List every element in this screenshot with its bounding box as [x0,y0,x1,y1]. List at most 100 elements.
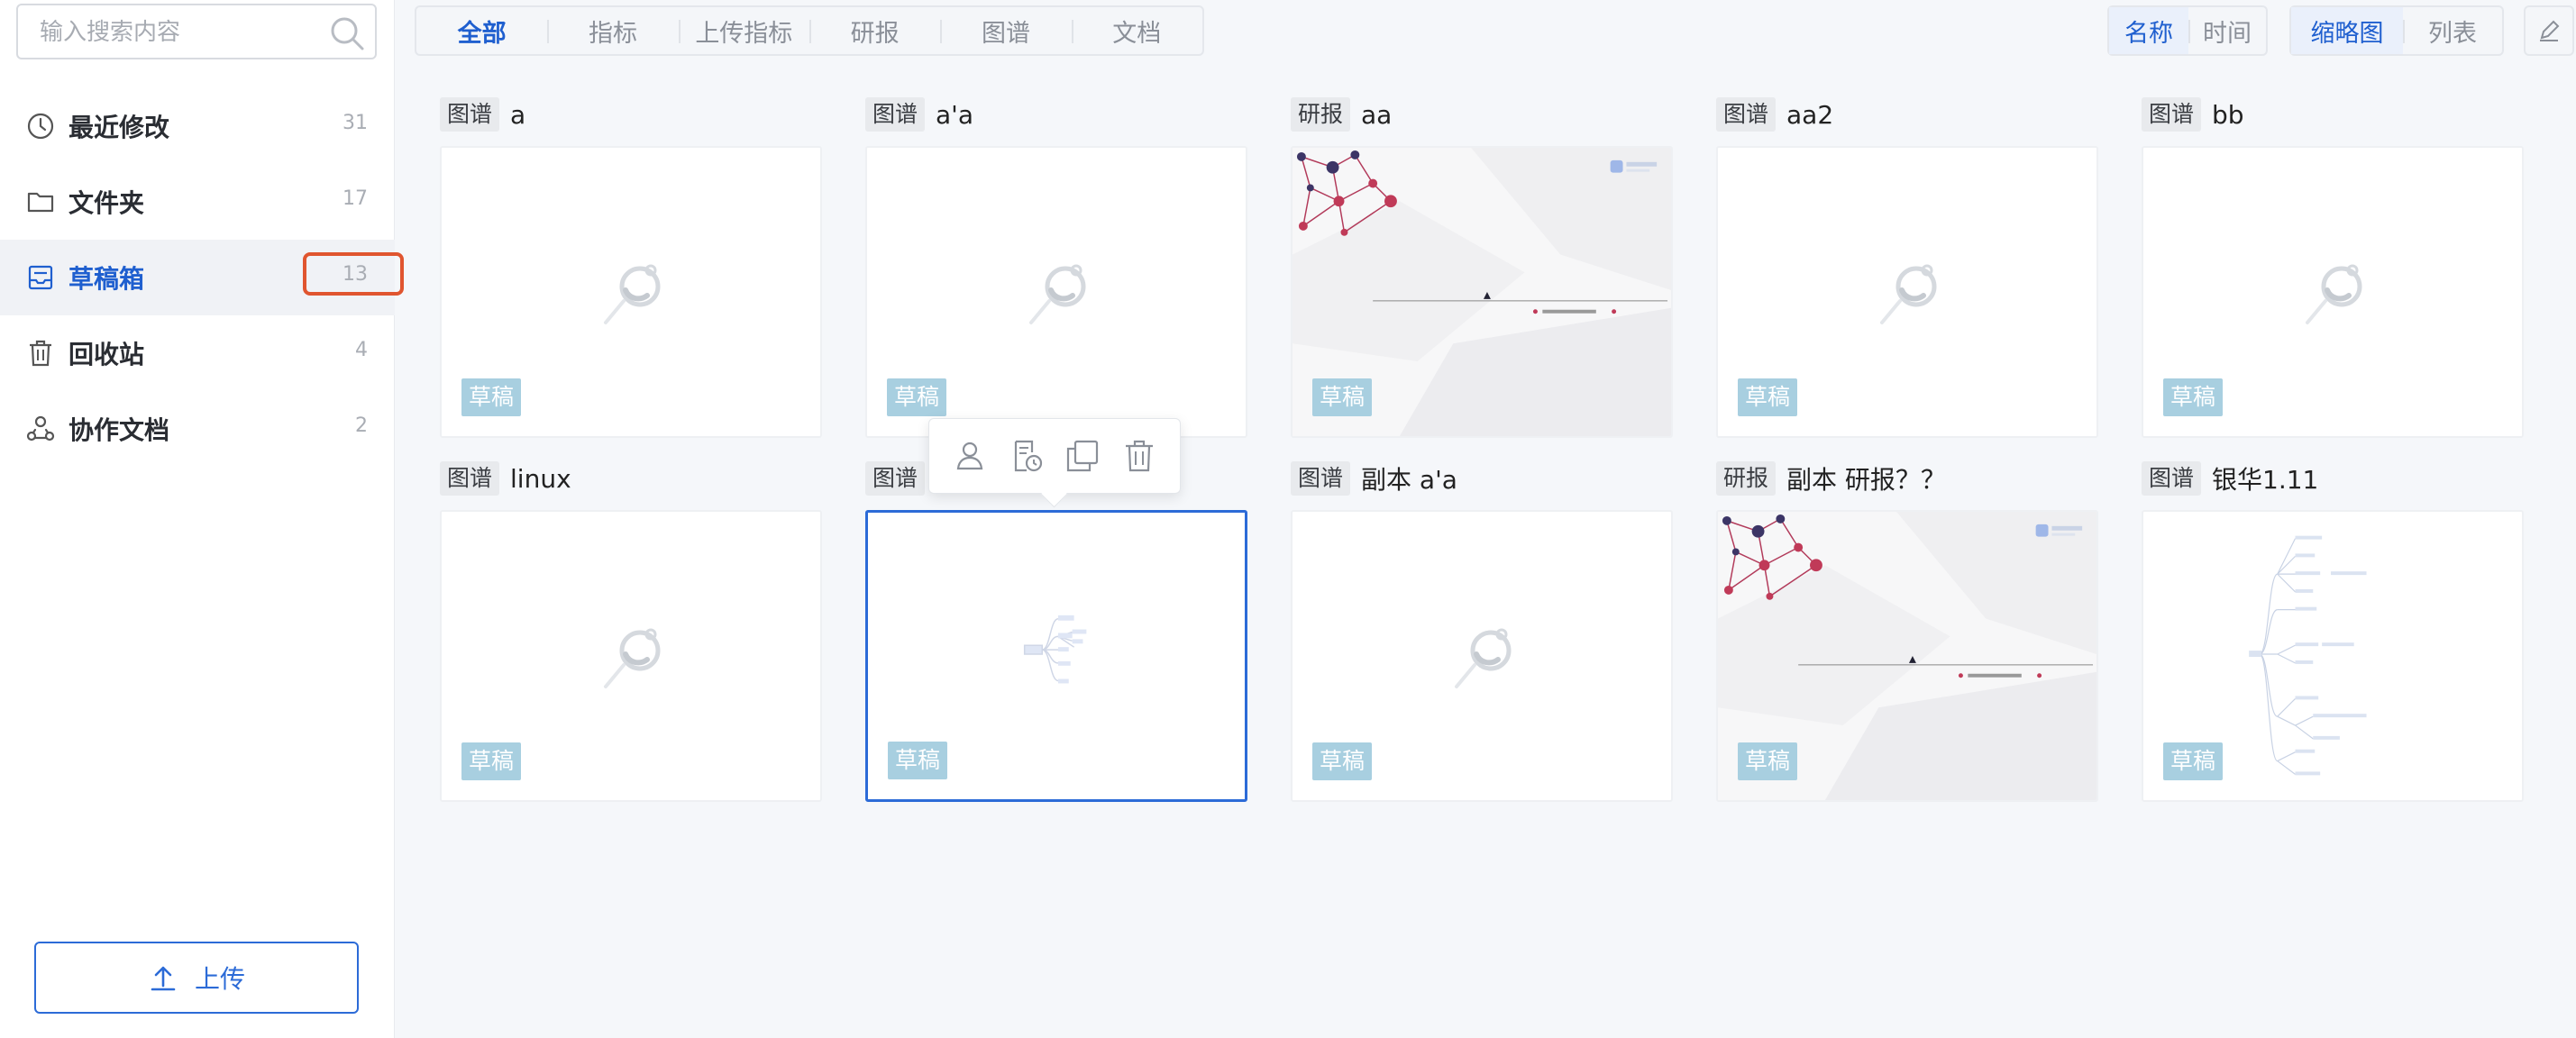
sort-by-name[interactable]: 名称 [2109,7,2188,54]
card-header: 图谱 bb [2142,94,2524,135]
sort-toggle: 名称 时间 [2107,5,2268,56]
card-type-tag: 图谱 [1716,97,1777,132]
clock-icon [27,113,54,140]
tab-all[interactable]: 全部 [416,7,547,54]
sidebar-item-trash[interactable]: 回收站 4 [0,315,395,391]
sidebar-item-label: 回收站 [69,340,145,369]
card-header: 研报 aa [1291,94,1673,135]
trash-icon [30,340,51,367]
document-card[interactable]: 图谱 a'a 草稿 [865,94,1247,438]
card-thumbnail[interactable]: 草稿 [2142,510,2524,802]
draft-badge: 草稿 [461,742,522,780]
card-type-tag: 图谱 [865,97,926,132]
card-header: 图谱 副本 a'a [1291,458,1673,499]
card-thumbnail[interactable]: 草稿 [440,146,822,438]
card-thumbnail[interactable]: 草稿 [1291,510,1673,802]
upload-button[interactable]: 上传 [34,942,359,1014]
upload-icon [151,966,176,991]
copy-icon[interactable] [1064,438,1101,474]
sidebar-item-count: 4 [355,339,368,361]
card-header: 研报 副本 研报？？ [1716,458,2098,499]
document-card[interactable]: 研报 aa 草稿 [1291,94,1673,438]
card-thumbnail[interactable]: 草稿 [1291,146,1673,438]
pencil-icon [2540,20,2560,41]
tab-graph[interactable]: 图谱 [940,7,1071,54]
card-title[interactable]: 副本 研报？？ [1786,460,1946,496]
history-doc-icon[interactable] [1009,438,1045,474]
card-title[interactable]: 银华1.11 [2212,460,2318,496]
collaborate-icon [26,415,55,442]
card-title[interactable]: 副本 a'a [1361,460,1457,496]
image-placeholder-icon [604,628,661,688]
tab-research[interactable]: 研报 [808,7,940,54]
delete-icon[interactable] [1121,438,1157,474]
card-type-tag: 研报 [1716,461,1777,496]
search-input[interactable] [38,16,330,49]
card-title[interactable]: a'a [936,100,973,130]
share-user-icon[interactable] [952,438,988,474]
view-thumbnail[interactable]: 缩略图 [2291,7,2403,54]
draft-badge: 草稿 [1738,742,1798,780]
card-title[interactable]: aa2 [1786,100,1833,130]
card-header: 图谱 a [440,94,822,135]
card-title[interactable]: linux [510,464,571,494]
sidebar-item-count: 31 [343,112,368,134]
sidebar-item-label: 最近修改 [69,113,170,142]
image-placeholder-icon [2306,264,2362,324]
sidebar-item-collab[interactable]: 协作文档 2 [0,391,395,467]
sidebar-item-count: 2 [355,414,368,437]
image-placeholder-icon [1455,628,1512,688]
folder-icon [27,192,54,213]
card-thumbnail[interactable]: 草稿 [1716,510,2098,802]
card-type-tag: 图谱 [440,461,500,496]
draft-box-icon [28,265,53,290]
draft-badge: 草稿 [1312,378,1373,416]
search-icon[interactable] [328,14,366,52]
card-thumbnail[interactable]: 草稿 [1716,146,2098,438]
search-box[interactable] [16,4,377,59]
card-type-tag: 图谱 [2142,461,2202,496]
document-card[interactable]: 图谱 副本 a'a 草稿 [1291,458,1673,802]
card-thumbnail[interactable]: 草稿 [865,146,1247,438]
upload-label: 上传 [194,964,245,994]
tab-document[interactable]: 文档 [1071,7,1202,54]
sidebar-item-folder[interactable]: 文件夹 17 [0,164,395,240]
image-placeholder-icon [604,264,661,324]
tab-upload-indicator[interactable]: 上传指标 [678,7,809,54]
edit-button[interactable] [2524,5,2574,56]
sidebar-item-recent[interactable]: 最近修改 31 [0,88,395,164]
card-thumbnail[interactable]: 草稿 [440,510,822,802]
document-card[interactable]: 图谱 银华1.11 草稿 [2142,458,2524,802]
tab-indicator[interactable]: 指标 [547,7,678,54]
draft-badge: 草稿 [2163,378,2224,416]
draft-badge: 草稿 [1738,378,1798,416]
sidebar-item-drafts[interactable]: 草稿箱 13 [0,240,404,315]
document-card[interactable]: 图谱 linux 草稿 [440,458,822,802]
sort-by-time[interactable]: 时间 [2188,7,2266,54]
view-list[interactable]: 列表 [2403,7,2502,54]
type-tabs: 全部 指标 上传指标 研报 图谱 文档 [415,5,1204,56]
card-header: 图谱 a'a [865,94,1247,135]
document-card[interactable]: 研报 副本 研报？？ 草稿 [1716,458,2098,802]
card-type-tag: 图谱 [440,97,500,132]
card-type-tag: 图谱 [1291,461,1351,496]
draft-badge: 草稿 [888,742,948,779]
card-title[interactable]: bb [2212,100,2244,130]
card-action-popup [928,418,1181,494]
image-placeholder-icon [1880,264,1937,324]
card-title[interactable]: aa [1361,100,1392,130]
card-header: 图谱 银华1.11 [2142,458,2524,499]
card-title[interactable]: a [510,100,525,130]
sidebar-item-count: 17 [343,187,368,210]
document-card[interactable]: 图谱 bb 草稿 [2142,94,2524,438]
card-thumbnail[interactable]: 草稿 [865,510,1247,802]
card-header: 图谱 aa2 [1716,94,2098,135]
document-card[interactable]: 图谱 a 草稿 [440,94,822,438]
sidebar-item-label: 草稿箱 [69,264,145,294]
sidebar-item-label: 文件夹 [69,188,145,218]
card-header: 图谱 linux [440,458,822,499]
card-type-tag: 研报 [1291,97,1351,132]
document-card[interactable]: 图谱 aa2 草稿 [1716,94,2098,438]
draft-badge: 草稿 [2163,742,2224,780]
card-thumbnail[interactable]: 草稿 [2142,146,2524,438]
